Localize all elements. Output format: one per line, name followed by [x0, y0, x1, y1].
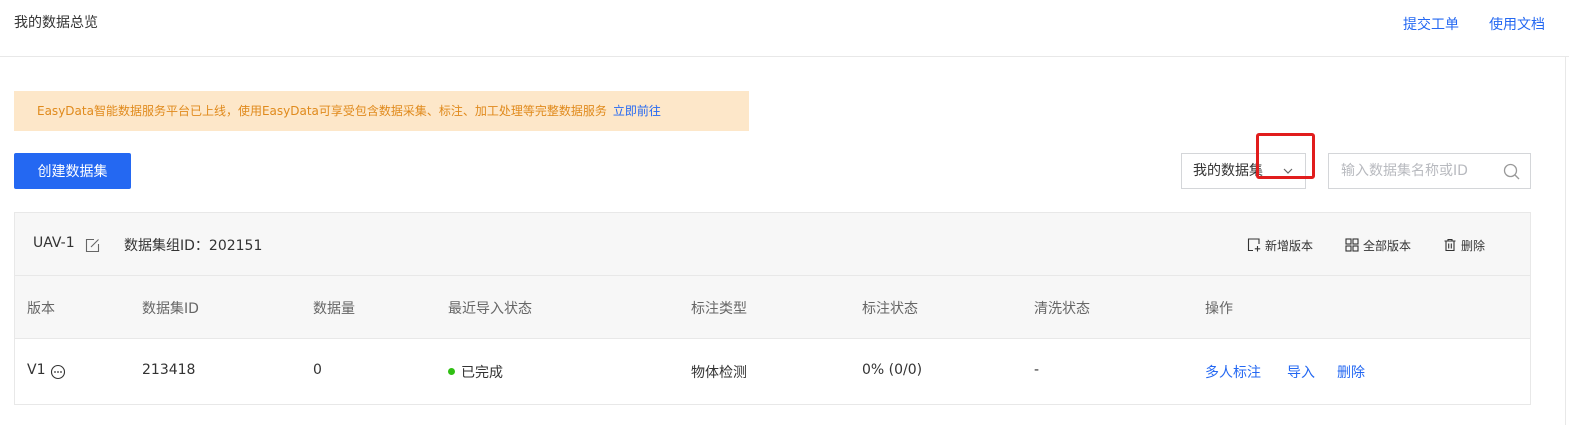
multi-annotate-link[interactable]: 多人标注 — [1205, 362, 1261, 382]
dataset-group-header: UAV-1 数据集组ID：202151 新增版本 全部版本 删除 — [15, 213, 1530, 276]
create-dataset-button[interactable]: 创建数据集 — [14, 153, 131, 189]
delete-group-button[interactable]: 删除 — [1443, 237, 1485, 254]
import-highlight-box — [1256, 133, 1315, 179]
dataset-group-id: 数据集组ID：202151 — [124, 238, 263, 254]
table-row: V1 213418 0 已完成 物体检测 0% (0/0) - 多人标注 导入 … — [15, 339, 1530, 404]
clean-status-cell: - — [1034, 362, 1040, 378]
col-import-status: 最近导入状态 — [448, 301, 532, 317]
dataset-name: UAV-1 — [33, 235, 75, 251]
version-cell: V1 — [27, 362, 46, 378]
search-icon[interactable] — [1503, 163, 1520, 180]
submit-ticket-link[interactable]: 提交工单 — [1403, 14, 1459, 34]
col-label-status: 标注状态 — [862, 301, 918, 317]
col-label-type: 标注类型 — [691, 301, 747, 317]
label-type-cell: 物体检测 — [691, 365, 747, 381]
label-status-cell: 0% (0/0) — [862, 362, 923, 378]
status-dot — [448, 368, 455, 375]
dataset-id-cell: 213418 — [142, 362, 196, 378]
more-icon[interactable] — [50, 364, 66, 380]
col-clean-status: 清洗状态 — [1034, 301, 1090, 317]
table-header: 版本 数据集ID 数据量 最近导入状态 标注类型 标注状态 清洗状态 操作 — [15, 276, 1530, 339]
import-link[interactable]: 导入 — [1287, 362, 1315, 382]
col-dataset-id: 数据集ID — [142, 301, 199, 317]
dataset-filter-value: 我的数据集 — [1193, 163, 1263, 179]
dataset-group-card: UAV-1 数据集组ID：202151 新增版本 全部版本 删除 版本 数据集I… — [14, 212, 1531, 405]
import-status-cell: 已完成 — [448, 362, 503, 382]
page-title: 我的数据总览 — [14, 15, 98, 31]
top-bar: 我的数据总览 提交工单 使用文档 — [0, 0, 1569, 57]
docs-link[interactable]: 使用文档 — [1489, 14, 1545, 34]
delete-row-link[interactable]: 删除 — [1337, 362, 1365, 382]
count-cell: 0 — [313, 362, 322, 378]
grid-icon — [1345, 238, 1359, 252]
col-count: 数据量 — [313, 301, 355, 317]
trash-icon — [1444, 238, 1456, 252]
edit-icon[interactable] — [85, 238, 100, 253]
all-versions-button[interactable]: 全部版本 — [1345, 237, 1411, 254]
notice-text: EasyData智能数据服务平台已上线，使用EasyData可享受包含数据采集、… — [37, 104, 607, 118]
notice-link[interactable]: 立即前往 — [613, 104, 661, 118]
divider — [1565, 57, 1566, 425]
col-version: 版本 — [27, 301, 55, 317]
add-version-button[interactable]: 新增版本 — [1247, 237, 1313, 254]
search-box — [1328, 153, 1531, 189]
add-version-icon — [1247, 238, 1261, 252]
col-operations: 操作 — [1205, 301, 1233, 317]
import-status-text: 已完成 — [461, 365, 503, 381]
notice-banner: EasyData智能数据服务平台已上线，使用EasyData可享受包含数据采集、… — [14, 91, 749, 131]
search-input[interactable] — [1329, 154, 1499, 188]
